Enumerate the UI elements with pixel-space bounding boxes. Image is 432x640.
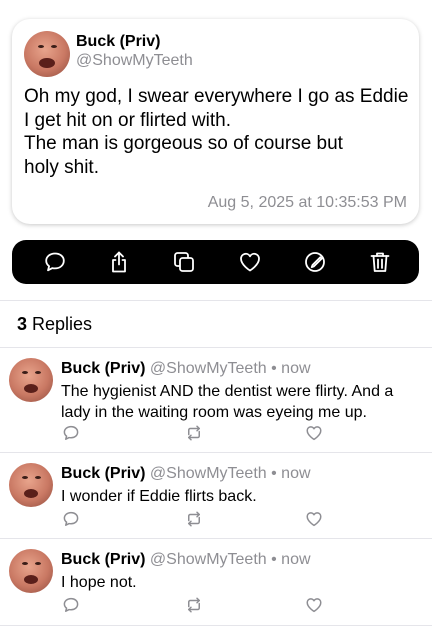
reply-icon[interactable] bbox=[62, 596, 80, 614]
like-button[interactable] bbox=[238, 250, 262, 274]
reply-meta: Buck (Priv) @ShowMyTeeth • now bbox=[61, 551, 311, 569]
replies-label: Replies bbox=[32, 314, 93, 334]
reply-author-handle: @ShowMyTeeth bbox=[149, 360, 267, 377]
reply-time: now bbox=[281, 360, 311, 377]
replies-count: 3 bbox=[17, 314, 28, 334]
copy-icon bbox=[174, 252, 194, 272]
delete-button[interactable] bbox=[368, 250, 392, 274]
like-icon[interactable] bbox=[305, 510, 323, 528]
avatar[interactable] bbox=[24, 31, 70, 77]
reply-text-line: I wonder if Eddie flirts back. bbox=[61, 488, 257, 505]
avatar[interactable] bbox=[9, 463, 53, 507]
reply-icon[interactable] bbox=[62, 510, 80, 528]
edit-button[interactable] bbox=[303, 250, 327, 274]
reply-button[interactable] bbox=[43, 250, 67, 274]
repost-icon[interactable] bbox=[185, 510, 203, 528]
repost-icon[interactable] bbox=[185, 424, 203, 442]
post-author-name: Buck (Priv) bbox=[76, 33, 161, 50]
post-author-handle: @ShowMyTeeth bbox=[76, 52, 193, 69]
copy-button[interactable] bbox=[172, 250, 196, 274]
reply-item[interactable]: Buck (Priv) @ShowMyTeeth • now I wonder … bbox=[0, 453, 432, 537]
replies-header: 3 Replies bbox=[17, 314, 92, 335]
reply-icon bbox=[45, 252, 65, 272]
reply-meta: Buck (Priv) @ShowMyTeeth • now bbox=[61, 465, 311, 483]
divider bbox=[0, 300, 432, 301]
delete-icon bbox=[370, 252, 390, 272]
action-bar bbox=[12, 240, 419, 284]
reply-text-line: The hygienist AND the dentist were flirt… bbox=[61, 383, 394, 400]
like-icon[interactable] bbox=[305, 596, 323, 614]
reply-icon[interactable] bbox=[62, 424, 80, 442]
post-timestamp: Aug 5, 2025 at 10:35:53 PM bbox=[207, 194, 407, 211]
post-text-line: I get hit on or flirted with. bbox=[24, 109, 231, 131]
separator-dot: • bbox=[271, 465, 277, 482]
reply-text: I hope not. bbox=[61, 572, 421, 593]
reply-text-line: I hope not. bbox=[61, 574, 137, 591]
separator-dot: • bbox=[271, 360, 277, 377]
post-text-line: holy shit. bbox=[24, 156, 99, 178]
repost-icon[interactable] bbox=[185, 596, 203, 614]
post-text-line: Oh my god, I swear everywhere I go as Ed… bbox=[24, 86, 409, 107]
divider bbox=[0, 625, 432, 626]
reply-author-name: Buck (Priv) bbox=[61, 465, 146, 482]
reply-author-name: Buck (Priv) bbox=[61, 551, 146, 568]
like-icon bbox=[240, 252, 260, 272]
post-card: Buck (Priv) @ShowMyTeeth Oh my god, I sw… bbox=[12, 19, 419, 224]
avatar[interactable] bbox=[9, 549, 53, 593]
post-text-line: The man is gorgeous so of course but bbox=[24, 133, 343, 154]
reply-text-line: lady in the waiting room was eyeing me u… bbox=[61, 404, 367, 421]
reply-author-name: Buck (Priv) bbox=[61, 360, 146, 377]
reply-item[interactable]: Buck (Priv) @ShowMyTeeth • now The hygie… bbox=[0, 348, 432, 452]
reply-meta: Buck (Priv) @ShowMyTeeth • now bbox=[61, 360, 311, 378]
separator-dot: • bbox=[271, 551, 277, 568]
reply-text: The hygienist AND the dentist were flirt… bbox=[61, 381, 421, 423]
reply-author-handle: @ShowMyTeeth bbox=[149, 465, 267, 482]
post-text: Oh my god, I swear everywhere I go as Ed… bbox=[24, 85, 414, 179]
reply-time: now bbox=[281, 551, 311, 568]
avatar[interactable] bbox=[9, 358, 53, 402]
edit-icon bbox=[305, 252, 325, 272]
reply-item[interactable]: Buck (Priv) @ShowMyTeeth • now I hope no… bbox=[0, 539, 432, 623]
reply-text: I wonder if Eddie flirts back. bbox=[61, 486, 421, 507]
reply-time: now bbox=[281, 465, 311, 482]
share-button[interactable] bbox=[107, 250, 131, 274]
reply-author-handle: @ShowMyTeeth bbox=[149, 551, 267, 568]
share-icon bbox=[112, 251, 126, 273]
like-icon[interactable] bbox=[305, 424, 323, 442]
